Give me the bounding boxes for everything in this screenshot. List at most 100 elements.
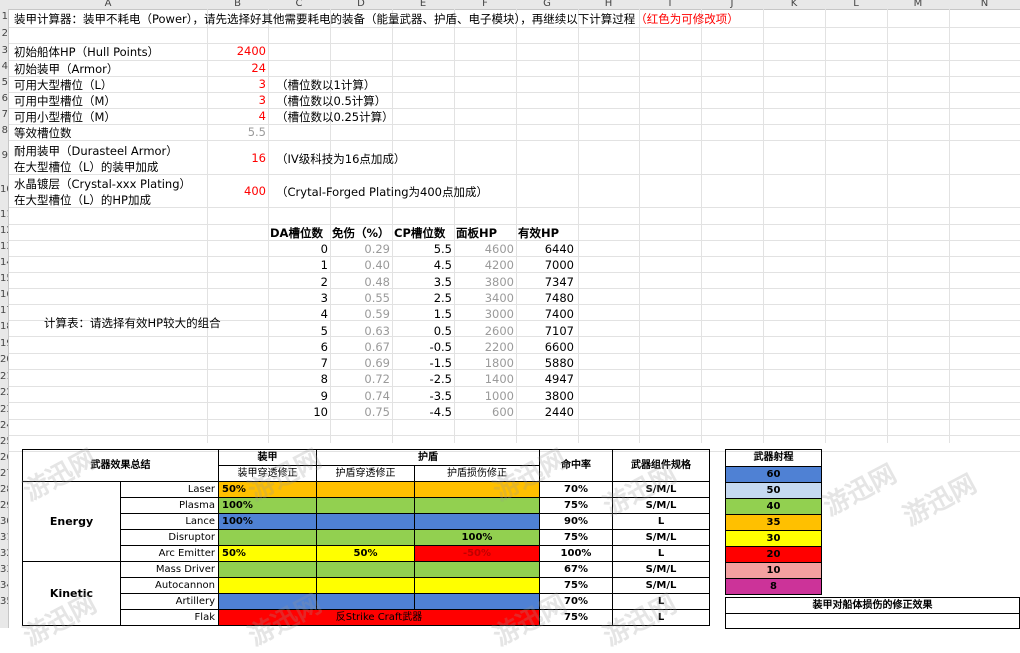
- param-value[interactable]: 5.5: [206, 125, 266, 139]
- calc-cell[interactable]: 0.29: [332, 242, 390, 256]
- calc-cell[interactable]: 4200: [456, 258, 514, 272]
- row-header-8[interactable]: 8: [0, 125, 8, 136]
- calc-cell[interactable]: 6600: [518, 340, 574, 354]
- weapon-row[interactable]: Autocannon 75% S/M/L: [23, 577, 710, 594]
- row-header-13[interactable]: 13: [0, 241, 8, 252]
- weapon-row[interactable]: Kinetic Mass Driver 67% S/M/L: [22, 561, 710, 626]
- calc-cell[interactable]: 1400: [456, 372, 514, 386]
- calc-cell[interactable]: 1: [270, 258, 328, 272]
- row-header-12[interactable]: 12: [0, 225, 8, 236]
- column-header-I[interactable]: I: [639, 0, 701, 9]
- row-header-34[interactable]: 34: [0, 580, 8, 591]
- calc-cell[interactable]: 2200: [456, 340, 514, 354]
- calc-cell[interactable]: 0.5: [394, 324, 452, 338]
- column-header-H[interactable]: H: [578, 0, 639, 9]
- row-header-1[interactable]: 1: [0, 11, 8, 22]
- durasteel-label[interactable]: 耐用装甲（Durasteel Armor） 在大型槽位（L）的装甲加成: [14, 143, 178, 175]
- row-header-18[interactable]: 18: [0, 321, 8, 332]
- calc-cell[interactable]: 4.5: [394, 258, 452, 272]
- row-header-22[interactable]: 22: [0, 387, 8, 398]
- row-header-15[interactable]: 15: [0, 273, 8, 284]
- row-header-10[interactable]: 10: [0, 184, 8, 195]
- column-header-C[interactable]: C: [268, 0, 330, 9]
- row-header-3[interactable]: 3: [0, 45, 8, 56]
- column-header-L[interactable]: L: [825, 0, 887, 9]
- row-header-28[interactable]: 28: [0, 484, 8, 495]
- calc-cell[interactable]: 2440: [518, 405, 574, 419]
- calc-cell[interactable]: 2600: [456, 324, 514, 338]
- row-header-16[interactable]: 16: [0, 289, 8, 300]
- calc-cell[interactable]: 4: [270, 307, 328, 321]
- column-header-J[interactable]: J: [701, 0, 763, 9]
- weapon-row[interactable]: Lance 100% 90% L: [23, 513, 710, 530]
- calc-cell[interactable]: 7347: [518, 275, 574, 289]
- calc-cell[interactable]: 0.75: [332, 405, 390, 419]
- weapon-row[interactable]: Plasma 100% 75% S/M/L: [23, 497, 710, 514]
- calc-cell[interactable]: 7480: [518, 291, 574, 305]
- calc-cell[interactable]: 3800: [518, 389, 574, 403]
- calc-cell[interactable]: 5: [270, 324, 328, 338]
- column-header-F[interactable]: F: [454, 0, 516, 9]
- row-header-6[interactable]: 6: [0, 93, 8, 104]
- calc-cell[interactable]: 600: [456, 405, 514, 419]
- calc-cell[interactable]: 3800: [456, 275, 514, 289]
- calc-cell[interactable]: 3400: [456, 291, 514, 305]
- calc-cell[interactable]: 5.5: [394, 242, 452, 256]
- param-label[interactable]: 初始船体HP（Hull Points）: [14, 44, 159, 60]
- calc-cell[interactable]: -2.5: [394, 372, 452, 386]
- weapon-row[interactable]: Energy Laser 50% 70% S/M/L: [22, 481, 710, 562]
- weapon-row[interactable]: Arc Emitter 50% 50% -50% 100% L: [23, 545, 710, 562]
- calc-cell[interactable]: 6440: [518, 242, 574, 256]
- intro-text[interactable]: 装甲计算器：装甲不耗电（Power），请先选择好其他需要耗电的装备（能量武器、护…: [14, 11, 739, 27]
- weapon-row[interactable]: Flak 反Strike Craft武器 75% L: [23, 609, 710, 626]
- param-label[interactable]: 可用中型槽位（M）: [14, 93, 116, 109]
- calc-cell[interactable]: 9: [270, 389, 328, 403]
- calc-cell[interactable]: 1000: [456, 389, 514, 403]
- calc-cell[interactable]: 7000: [518, 258, 574, 272]
- row-header-9[interactable]: 9: [0, 150, 8, 161]
- param-label[interactable]: 初始装甲（Armor）: [14, 61, 118, 77]
- weapon-row[interactable]: Disruptor 100% 75% S/M/L: [23, 529, 710, 546]
- calc-cell[interactable]: 0.67: [332, 340, 390, 354]
- crystal-value[interactable]: 400: [206, 184, 266, 198]
- column-header-N[interactable]: N: [949, 0, 1020, 9]
- calc-cell[interactable]: 0.72: [332, 372, 390, 386]
- row-header-19[interactable]: 19: [0, 338, 8, 349]
- row-header-21[interactable]: 21: [0, 371, 8, 382]
- row-header-5[interactable]: 5: [0, 77, 8, 88]
- calc-cell[interactable]: 1800: [456, 356, 514, 370]
- calc-cell[interactable]: 0.69: [332, 356, 390, 370]
- column-header-A[interactable]: A: [9, 0, 207, 9]
- calc-cell[interactable]: 0: [270, 242, 328, 256]
- calc-cell[interactable]: 1.5: [394, 307, 452, 321]
- row-header-24[interactable]: 24: [0, 420, 8, 431]
- calc-cell[interactable]: 7107: [518, 324, 574, 338]
- calc-cell[interactable]: 3000: [456, 307, 514, 321]
- calc-cell[interactable]: 2: [270, 275, 328, 289]
- calc-cell[interactable]: 4947: [518, 372, 574, 386]
- row-header-14[interactable]: 14: [0, 257, 8, 268]
- calc-cell[interactable]: 5880: [518, 356, 574, 370]
- calc-cell[interactable]: 7: [270, 356, 328, 370]
- row-header-7[interactable]: 7: [0, 109, 8, 120]
- calc-cell[interactable]: 0.74: [332, 389, 390, 403]
- column-header-E[interactable]: E: [392, 0, 454, 9]
- row-header-25[interactable]: 25: [0, 436, 8, 447]
- row-header-26[interactable]: 26: [0, 452, 8, 463]
- calc-cell[interactable]: 8: [270, 372, 328, 386]
- calc-cell[interactable]: 10: [270, 405, 328, 419]
- calc-cell[interactable]: 0.63: [332, 324, 390, 338]
- column-header-K[interactable]: K: [763, 0, 825, 9]
- calc-cell[interactable]: -1.5: [394, 356, 452, 370]
- calc-cell[interactable]: 0.59: [332, 307, 390, 321]
- row-header-20[interactable]: 20: [0, 354, 8, 365]
- row-header-29[interactable]: 29: [0, 500, 8, 511]
- column-header-D[interactable]: D: [330, 0, 392, 9]
- param-value[interactable]: 3: [206, 77, 266, 91]
- row-header-27[interactable]: 27: [0, 468, 8, 479]
- row-header-23[interactable]: 23: [0, 404, 8, 415]
- param-value[interactable]: 2400: [206, 44, 266, 58]
- row-header-32[interactable]: 32: [0, 548, 8, 559]
- calc-cell[interactable]: -0.5: [394, 340, 452, 354]
- crystal-label[interactable]: 水晶镀层（Crystal-xxx Plating） 在大型槽位（L）的HP加成: [14, 176, 191, 208]
